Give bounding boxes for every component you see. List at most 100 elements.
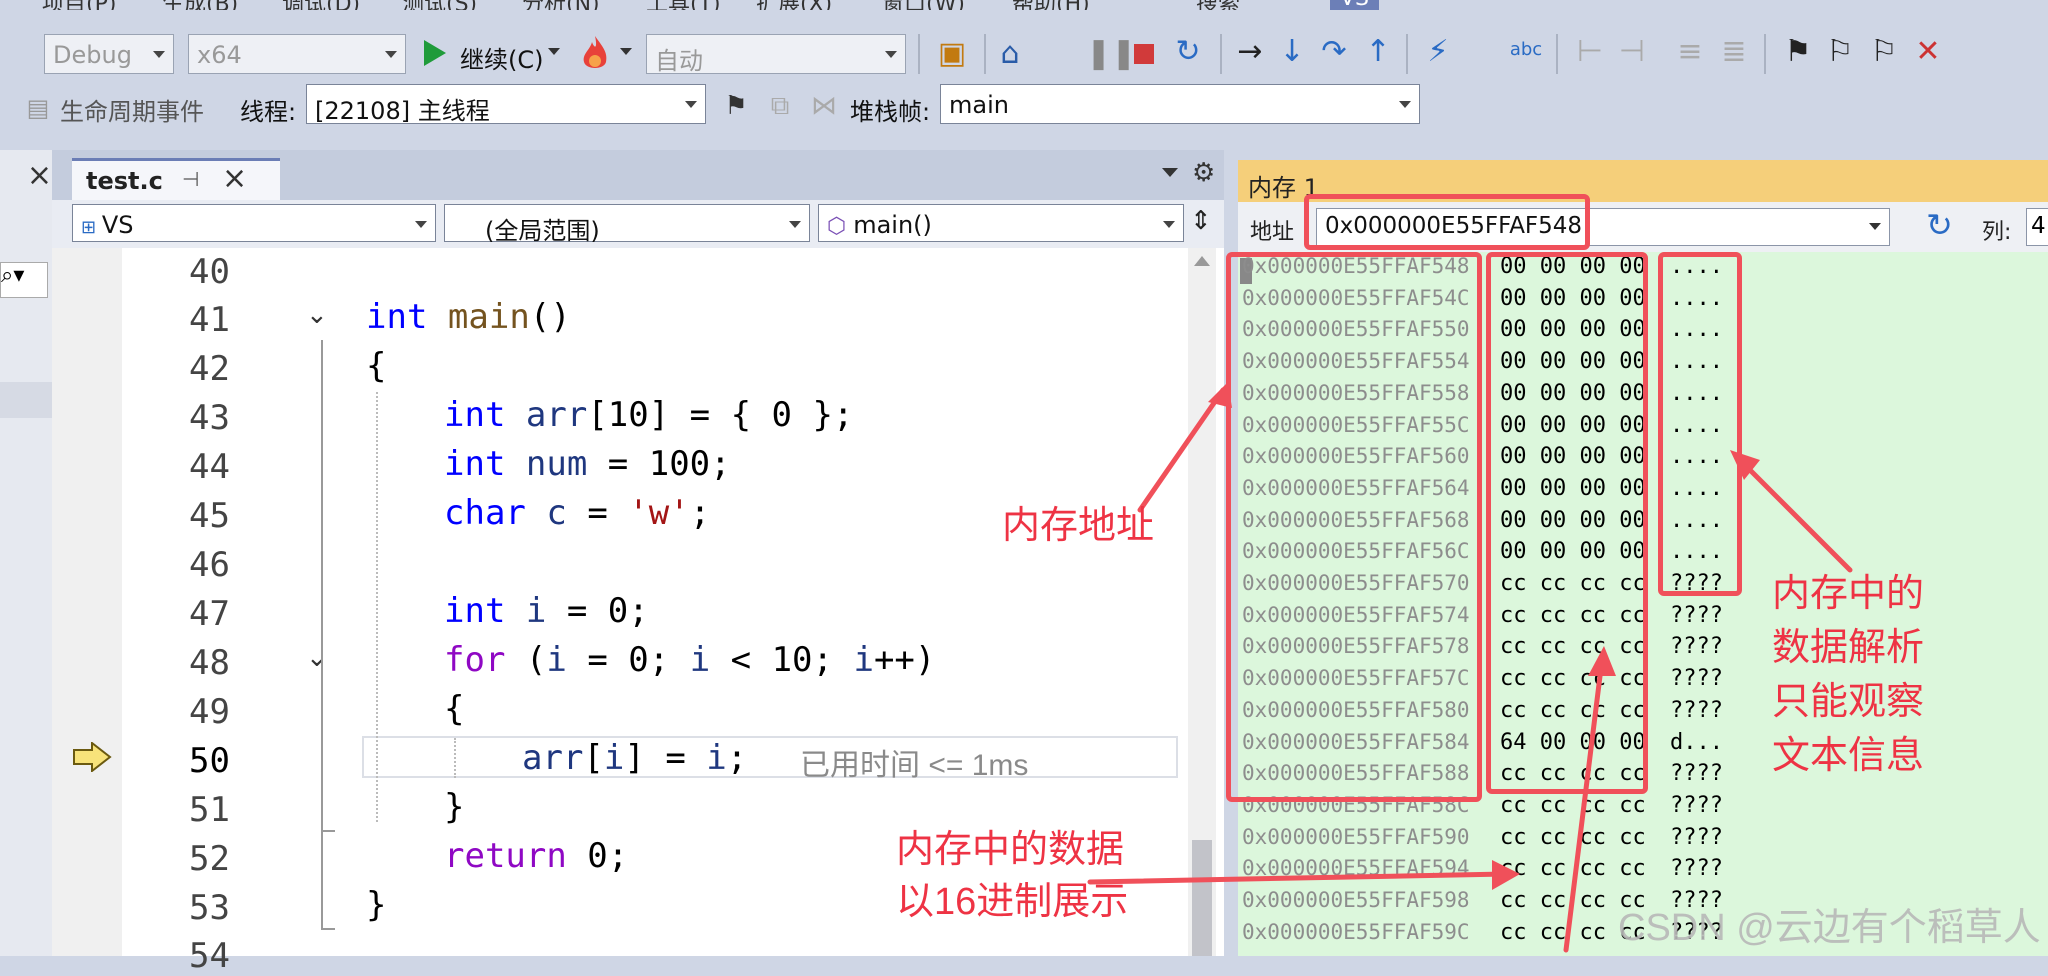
line-number: 42 <box>189 349 230 389</box>
refresh-icon[interactable]: ↻ <box>1926 206 1953 244</box>
stackframe-dropdown[interactable]: main <box>940 84 1420 124</box>
chevron-down-icon <box>885 51 897 58</box>
menu-project[interactable]: 项目(P) <box>42 0 116 10</box>
code-token: i <box>603 738 625 778</box>
function-value: main() <box>853 211 932 239</box>
menu-analyze[interactable]: 分析(N) <box>522 0 600 10</box>
code-line-43[interactable]: int arr[10] = { 0 }; <box>444 395 853 435</box>
lifecycle-events-label[interactable]: 生命周期事件 <box>60 92 204 127</box>
filter-icon[interactable]: ⋈ <box>806 88 842 124</box>
flag-thread-icon[interactable]: ⚑ <box>718 88 754 124</box>
outdent-icon[interactable]: ≡ <box>1672 34 1708 70</box>
code-token: 'w' <box>628 493 690 533</box>
menu-extensions[interactable]: 扩展(X) <box>756 0 832 10</box>
tab-test-c[interactable]: test.c ⊣ × <box>72 158 280 200</box>
project-value: VS <box>101 211 134 239</box>
code-line-49[interactable]: { <box>444 689 464 729</box>
continue-label[interactable]: 继续(C) <box>460 40 543 75</box>
comment-icon[interactable]: ⊢ <box>1572 34 1608 70</box>
pin-icon[interactable]: ⊣ <box>182 167 199 191</box>
line-number: 41 <box>189 300 230 340</box>
menu-help[interactable]: 帮助(H) <box>1012 0 1090 10</box>
indent-icon[interactable]: ≣ <box>1716 34 1752 70</box>
code-line-50[interactable]: arr[i] = i; <box>522 738 747 778</box>
code-token: i <box>706 738 727 778</box>
uncomment-icon[interactable]: ⊣ <box>1614 34 1650 70</box>
code-token: c <box>546 493 567 533</box>
scroll-up-icon[interactable] <box>1194 256 1210 266</box>
auto-value: 自动 <box>655 47 703 75</box>
split-icon[interactable]: ⇕ <box>1190 206 1212 236</box>
code-line-53[interactable]: } <box>366 885 386 925</box>
line-number: 44 <box>189 447 230 487</box>
chevron-down-icon <box>153 51 165 58</box>
column-input[interactable]: 4 <box>2026 208 2048 246</box>
continue-button[interactable] <box>420 36 450 74</box>
left-panel-selected-item[interactable] <box>0 382 52 418</box>
line-number: 40 <box>189 252 230 292</box>
menu-tools[interactable]: 工具(T) <box>646 0 721 10</box>
search-icon[interactable]: ⌕▾ <box>0 262 48 298</box>
chevron-down-icon[interactable] <box>548 48 560 55</box>
code-line-42[interactable]: { <box>366 346 386 386</box>
project-dropdown[interactable]: ⊞ VS <box>72 204 436 242</box>
stackframe-label: 堆栈帧: <box>850 98 931 126</box>
annotation-box-address-input <box>1304 194 1590 250</box>
code-token: return <box>444 836 567 876</box>
process-icon[interactable]: ⌂ <box>992 36 1028 72</box>
tab-title: test.c <box>86 167 163 195</box>
threads-icon[interactable]: ⧉ <box>762 88 798 124</box>
chevron-down-icon <box>789 221 801 228</box>
perf-tip-elapsed[interactable]: 已用时间 <= 1ms <box>800 740 1028 784</box>
code-line-41[interactable]: int main() <box>366 297 571 337</box>
outline-guide <box>321 340 323 930</box>
close-tab-icon[interactable]: × <box>222 161 247 196</box>
collapse-chevron-icon[interactable]: ⌄ <box>306 643 328 673</box>
step-over-icon[interactable]: ↷ <box>1316 34 1352 70</box>
line-number: 52 <box>189 839 230 879</box>
chevron-down-icon[interactable] <box>620 48 632 55</box>
pause-icon[interactable]: ❚❚ <box>1086 36 1136 72</box>
step-out-icon[interactable]: ↑ <box>1360 34 1396 70</box>
thread-dropdown[interactable]: [22108] 主线程 <box>306 84 706 125</box>
restart-icon[interactable]: ↻ <box>1170 34 1206 70</box>
indent-guide <box>376 392 378 822</box>
code-line-52[interactable]: return 0; <box>444 836 628 876</box>
code-line-48[interactable]: for (i = 0; i < 10; i++) <box>444 640 935 680</box>
step-into-icon[interactable]: ↓ <box>1274 34 1310 70</box>
clear-bookmarks-icon[interactable]: ✕ <box>1910 34 1946 70</box>
tab-overflow-icon[interactable] <box>1162 168 1178 177</box>
annotation-text-line4: 文本信息 <box>1772 735 1925 777</box>
close-icon[interactable]: × <box>0 158 52 194</box>
stop-icon[interactable] <box>1134 44 1154 64</box>
menu-search[interactable]: 搜索 <box>1196 0 1240 10</box>
code-line-45[interactable]: char c = 'w'; <box>444 493 710 533</box>
line-number: 53 <box>189 888 230 928</box>
gear-icon[interactable]: ⚙ <box>1192 158 1215 188</box>
menu-test[interactable]: 测试(S) <box>402 0 477 10</box>
config-dropdown[interactable]: Debug <box>44 34 174 74</box>
collapse-chevron-icon[interactable]: ⌄ <box>306 300 328 330</box>
prev-bookmark-icon[interactable]: ⚐ <box>1822 34 1858 70</box>
menu-window[interactable]: 窗口(W) <box>882 0 965 10</box>
next-bookmark-icon[interactable]: ⚐ <box>1866 34 1902 70</box>
diagnostic-icon[interactable]: ⚡ <box>1420 34 1456 70</box>
platform-dropdown[interactable]: x64 <box>188 34 406 74</box>
indicator-margin[interactable] <box>52 248 122 956</box>
auto-dropdown[interactable]: 自动 <box>646 34 906 75</box>
code-line-51[interactable]: } <box>444 787 464 827</box>
show-next-statement-icon[interactable]: → <box>1232 34 1268 70</box>
menu-build[interactable]: 生成(B) <box>162 0 238 10</box>
hot-reload-icon[interactable] <box>578 34 612 72</box>
function-dropdown[interactable]: ⬡ main() <box>818 204 1184 242</box>
bookmark-icon[interactable]: ⚑ <box>1780 34 1816 70</box>
open-folder-icon[interactable]: ▣ <box>934 36 970 72</box>
annotation-hex-line2: 以16进制展示 <box>896 881 1129 923</box>
code-line-47[interactable]: int i = 0; <box>444 591 649 631</box>
outline-guide <box>321 830 335 832</box>
spell-check-icon[interactable]: abc <box>1508 32 1544 68</box>
line-number-current: 50 <box>189 741 230 781</box>
scope-dropdown[interactable]: (全局范围) <box>444 204 810 245</box>
menu-debug[interactable]: 调试(D) <box>282 0 360 10</box>
code-line-44[interactable]: int num = 100; <box>444 444 731 484</box>
